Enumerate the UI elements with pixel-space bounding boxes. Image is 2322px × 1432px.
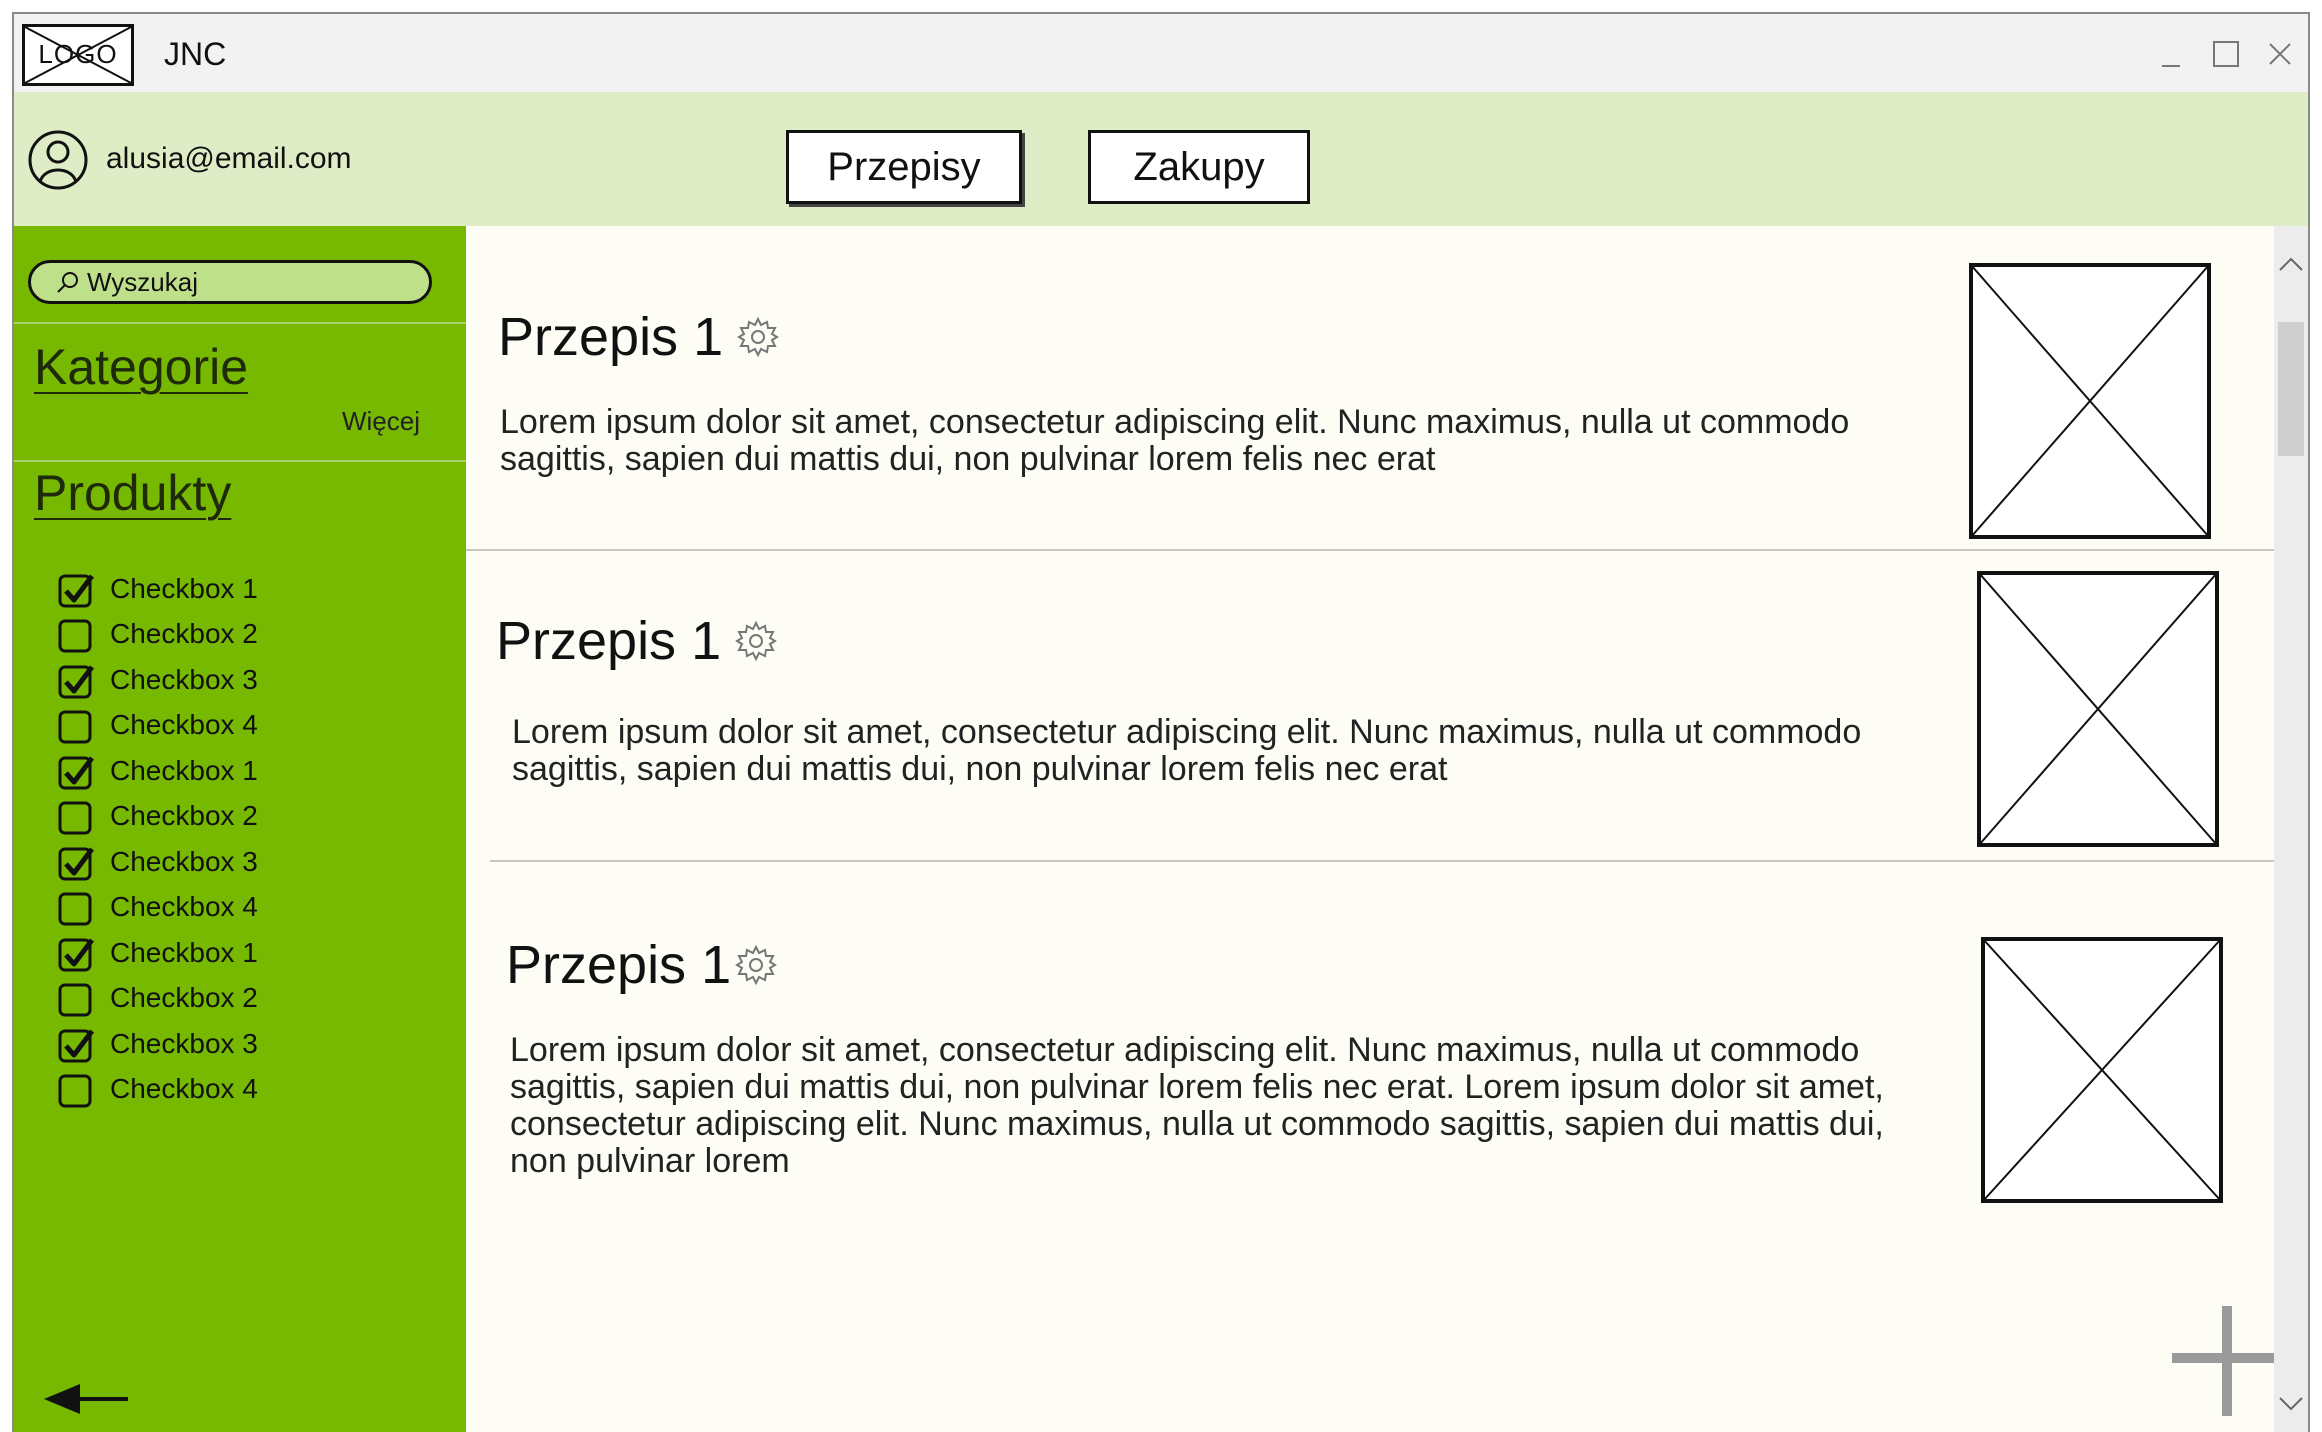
scrollbar[interactable]	[2274, 226, 2308, 1432]
sidebar: Kategorie Więcej Produkty Checkbox 1Chec…	[14, 226, 466, 1432]
checkbox-label: Checkbox 2	[110, 982, 258, 1014]
logo: LOGO	[22, 24, 134, 86]
image-placeholder-icon	[1981, 937, 2223, 1203]
image-placeholder-icon	[1977, 571, 2219, 847]
checkbox-label: Checkbox 1	[110, 572, 258, 604]
checkbox-label: Checkbox 3	[110, 845, 258, 877]
checkbox-label: Checkbox 3	[110, 1027, 258, 1059]
minimize-icon[interactable]	[2144, 26, 2200, 82]
title-bar: LOGO JNC	[14, 14, 2308, 93]
gear-icon[interactable]	[735, 314, 781, 360]
recipe-description: Lorem ipsum dolor sit amet, consectetur …	[500, 404, 1850, 478]
checkbox-label: Checkbox 4	[110, 1073, 258, 1105]
more-link[interactable]: Więcej	[342, 406, 420, 437]
checkbox-item[interactable]: Checkbox 2	[58, 612, 258, 658]
tab-przepisy[interactable]: Przepisy	[786, 130, 1022, 204]
checkbox-checked[interactable]	[58, 845, 94, 881]
checkbox-unchecked[interactable]	[58, 890, 92, 926]
products-link[interactable]: Produkty	[34, 464, 231, 522]
checkbox-label: Checkbox 4	[110, 891, 258, 923]
search-input[interactable]	[81, 266, 407, 298]
recipe-title[interactable]: Przepis 1	[498, 306, 723, 368]
checkbox-item[interactable]: Checkbox 3	[58, 657, 258, 703]
categories-link[interactable]: Kategorie	[34, 338, 248, 396]
products-checklist: Checkbox 1 Checkbox 2 Checkbox 3 Checkbox 4…	[58, 566, 258, 1112]
recipe-title[interactable]: Przepis 1	[506, 934, 731, 996]
gear-icon[interactable]	[733, 942, 779, 988]
card-divider	[490, 860, 2280, 862]
close-icon[interactable]	[2252, 26, 2308, 82]
divider	[14, 322, 466, 324]
tab-zakupy[interactable]: Zakupy	[1088, 130, 1310, 204]
plus-icon[interactable]	[2172, 1306, 2282, 1416]
checkbox-item[interactable]: Checkbox 2	[58, 794, 258, 840]
checkbox-unchecked[interactable]	[58, 708, 92, 744]
image-placeholder-icon	[1969, 263, 2211, 539]
recipe-card-title[interactable]: Przepis 1	[498, 306, 781, 368]
recipe-card-title[interactable]: Przepis 1	[506, 934, 779, 996]
maximize-icon[interactable]	[2198, 26, 2254, 82]
header-bar: alusia@email.com Przepisy Zakupy	[14, 92, 2308, 226]
scroll-down-icon[interactable]	[2274, 1386, 2308, 1420]
checkbox-item[interactable]: Checkbox 4	[58, 703, 258, 749]
checkbox-label: Checkbox 1	[110, 754, 258, 786]
checkbox-item[interactable]: Checkbox 1	[58, 930, 258, 976]
user-email[interactable]: alusia@email.com	[106, 142, 352, 176]
checkbox-item[interactable]: Checkbox 4	[58, 885, 258, 931]
checkbox-item[interactable]: Checkbox 3	[58, 839, 258, 885]
app-title: JNC	[164, 36, 227, 72]
scrollbar-thumb[interactable]	[2278, 322, 2304, 456]
recipe-title[interactable]: Przepis 1	[496, 610, 721, 672]
checkbox-checked[interactable]	[58, 1027, 94, 1063]
user-avatar-icon[interactable]	[26, 128, 90, 192]
search-icon	[57, 272, 78, 293]
checkbox-label: Checkbox 2	[110, 800, 258, 832]
checkbox-label: Checkbox 1	[110, 936, 258, 968]
back-arrow-icon[interactable]	[44, 1374, 130, 1424]
checkbox-checked[interactable]	[58, 663, 94, 699]
recipe-card-title[interactable]: Przepis 1	[496, 610, 779, 672]
checkbox-checked[interactable]	[58, 572, 94, 608]
checkbox-item[interactable]: Checkbox 3	[58, 1021, 258, 1067]
search-box[interactable]	[28, 260, 432, 304]
logo-text: LOGO	[38, 39, 118, 69]
recipe-list: Przepis 1 Lorem ipsum dolor sit amet, co…	[466, 226, 2282, 1432]
checkbox-item[interactable]: Checkbox 4	[58, 1067, 258, 1113]
checkbox-unchecked[interactable]	[58, 981, 92, 1017]
divider	[14, 460, 466, 462]
checkbox-unchecked[interactable]	[58, 1072, 92, 1108]
checkbox-item[interactable]: Checkbox 2	[58, 976, 258, 1022]
recipe-description: Lorem ipsum dolor sit amet, consectetur …	[512, 714, 1862, 788]
checkbox-item[interactable]: Checkbox 1	[58, 566, 258, 612]
checkbox-checked[interactable]	[58, 936, 94, 972]
card-divider	[466, 549, 2282, 551]
checkbox-checked[interactable]	[58, 754, 94, 790]
scroll-up-icon[interactable]	[2274, 248, 2308, 282]
app-window: LOGO JNC alusia@email.com Przepisy Zakup…	[12, 12, 2310, 1432]
checkbox-label: Checkbox 4	[110, 709, 258, 741]
checkbox-unchecked[interactable]	[58, 799, 92, 835]
recipe-description: Lorem ipsum dolor sit amet, consectetur …	[510, 1032, 1884, 1180]
checkbox-unchecked[interactable]	[58, 617, 92, 653]
checkbox-item[interactable]: Checkbox 1	[58, 748, 258, 794]
gear-icon[interactable]	[733, 618, 779, 664]
checkbox-label: Checkbox 2	[110, 618, 258, 650]
checkbox-label: Checkbox 3	[110, 663, 258, 695]
